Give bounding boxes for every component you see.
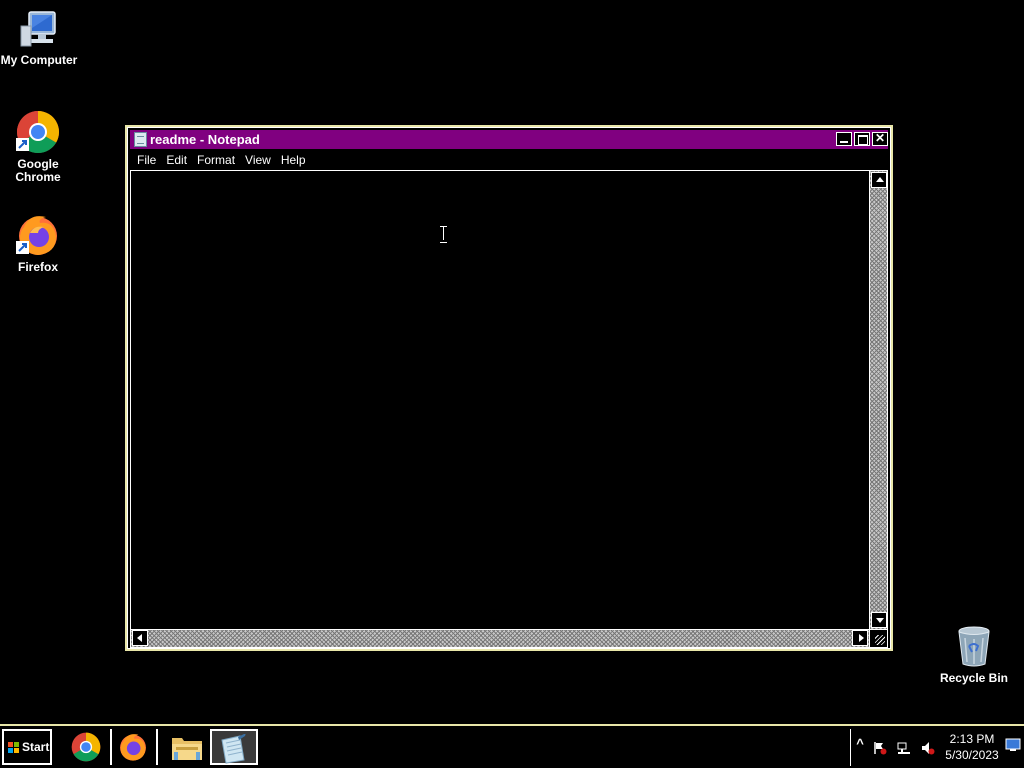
taskbar-notepad[interactable] <box>210 729 258 765</box>
notepad-icon <box>134 132 147 147</box>
desktop-icon-label: Firefox <box>17 260 58 274</box>
clock-date: 5/30/2023 <box>945 748 999 762</box>
desktop-icon-firefox[interactable]: Firefox <box>0 213 77 274</box>
taskbar-chrome[interactable] <box>63 729 107 765</box>
desktop-icon-label: My Computer <box>0 53 78 67</box>
vertical-scrollbar[interactable] <box>869 171 887 629</box>
scroll-right-arrow-icon[interactable] <box>852 630 868 646</box>
windows-flag-icon <box>8 742 19 753</box>
computer-icon <box>17 8 61 50</box>
clock[interactable]: 2:13 PM 5/30/2023 <box>943 731 1001 763</box>
menu-edit[interactable]: Edit <box>161 151 192 169</box>
menu-file[interactable]: File <box>130 151 161 169</box>
desktop-icon-recycle-bin[interactable]: Recycle Bin <box>935 624 1013 685</box>
show-hidden-icons-icon[interactable]: ^ <box>853 737 867 751</box>
menu-help[interactable]: Help <box>276 151 311 169</box>
minimize-button[interactable] <box>836 132 852 146</box>
menu-bar: File Edit Format View Help <box>130 151 888 169</box>
action-center-flag-icon[interactable] <box>873 741 887 755</box>
close-button[interactable]: ✕ <box>872 132 888 146</box>
show-desktop-icon[interactable] <box>1005 738 1021 752</box>
taskbar-firefox[interactable] <box>110 729 158 765</box>
desktop-icon-label: Recycle Bin <box>939 671 1009 685</box>
taskbar: Start ^ 2:13 PM 5/30/2023 <box>0 724 1024 768</box>
clock-time: 2:13 PM <box>949 732 995 746</box>
scroll-left-arrow-icon[interactable] <box>132 630 148 646</box>
notepad-window[interactable]: readme - Notepad ✕ File Edit Format View Hel… <box>125 125 893 651</box>
start-button[interactable]: Start <box>2 729 52 765</box>
firefox-icon <box>118 732 148 767</box>
chrome-icon <box>71 732 101 767</box>
text-cursor-icon <box>440 226 447 243</box>
scroll-down-arrow-icon[interactable] <box>871 612 887 628</box>
horizontal-scrollbar[interactable] <box>131 629 869 647</box>
maximize-button[interactable] <box>854 132 870 146</box>
taskbar-file-explorer[interactable] <box>163 729 207 765</box>
network-icon[interactable] <box>897 741 911 755</box>
volume-muted-icon[interactable] <box>921 741 935 755</box>
window-title: readme - Notepad <box>150 132 260 147</box>
scroll-up-arrow-icon[interactable] <box>871 172 887 188</box>
resize-grip-icon[interactable] <box>869 629 887 647</box>
menu-format[interactable]: Format <box>192 151 240 169</box>
desktop-icon-my-computer[interactable]: My Computer <box>0 8 78 67</box>
file-explorer-icon <box>171 732 203 767</box>
menu-view[interactable]: View <box>240 151 276 169</box>
desktop: My Computer Google Chrome Firefox Recycl… <box>0 0 1024 768</box>
title-bar[interactable]: readme - Notepad ✕ <box>130 130 888 149</box>
firefox-icon <box>16 213 60 257</box>
chrome-icon <box>16 110 60 154</box>
notepad-icon <box>218 733 248 768</box>
desktop-icon-google-chrome[interactable]: Google Chrome <box>0 110 77 184</box>
text-editor[interactable] <box>131 171 869 629</box>
recycle-bin-icon <box>954 624 994 668</box>
desktop-icon-label: Google Chrome <box>15 157 61 184</box>
editor-area <box>130 170 888 648</box>
system-tray: ^ 2:13 PM 5/30/2023 <box>850 729 1024 766</box>
start-label: Start <box>22 740 50 754</box>
